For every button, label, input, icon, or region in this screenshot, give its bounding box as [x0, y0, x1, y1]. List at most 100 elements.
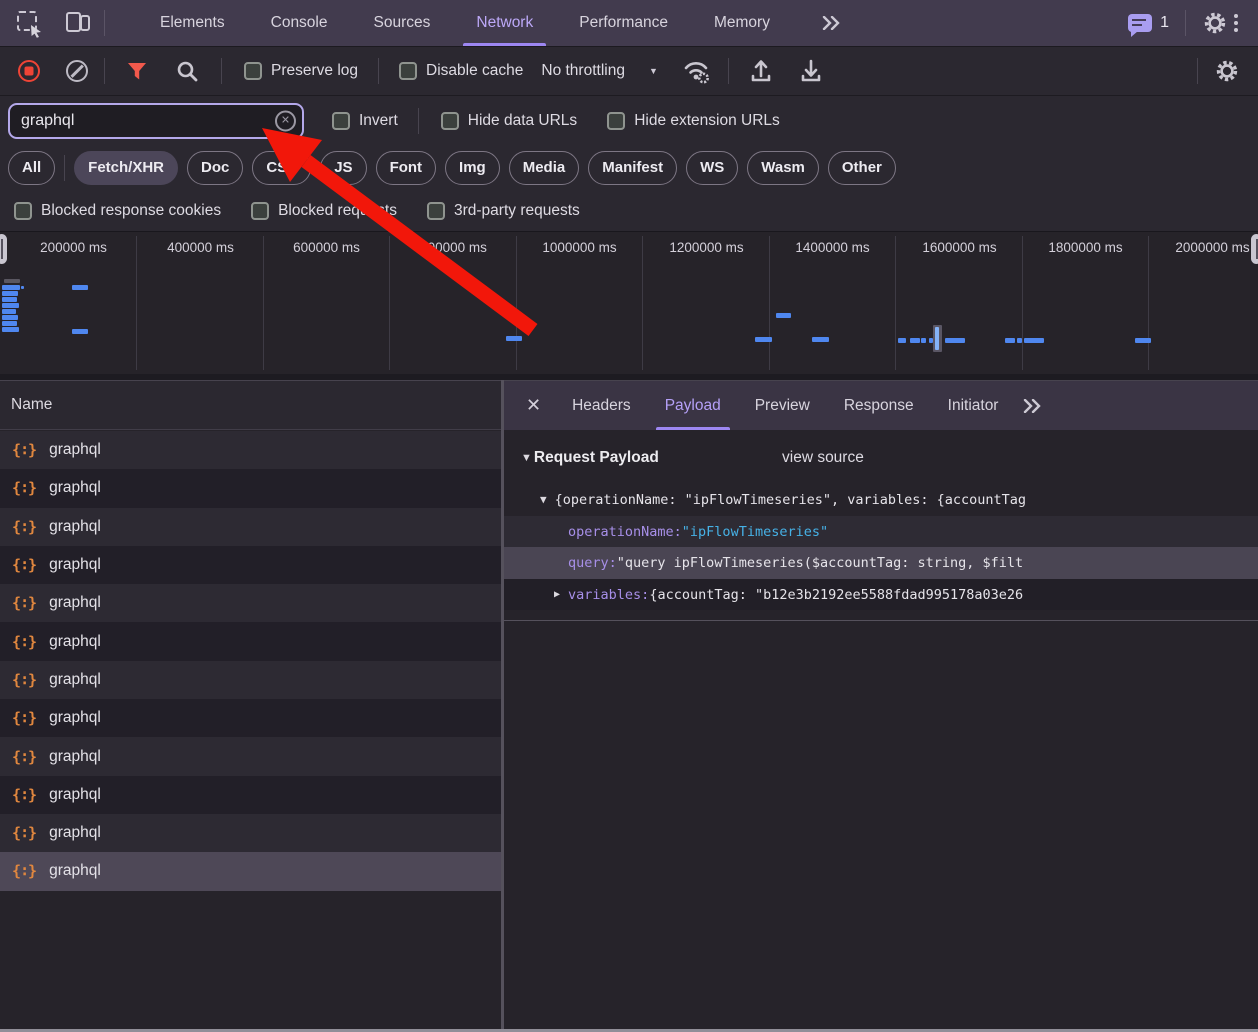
- issues-message-icon[interactable]: [1128, 14, 1152, 32]
- tab-preview[interactable]: Preview: [738, 381, 827, 430]
- clear-filter-icon[interactable]: ✕: [275, 110, 296, 131]
- blocked-response-cookies-checkbox[interactable]: Blocked response cookies: [14, 202, 221, 220]
- timeline-request-bar: [72, 285, 88, 290]
- blocked-requests-checkbox[interactable]: Blocked requests: [251, 202, 397, 220]
- expand-triangle-icon[interactable]: ▶: [554, 589, 560, 600]
- hide-extension-urls-checkbox[interactable]: Hide extension URLs: [607, 112, 780, 130]
- section-title: Request Payload: [534, 449, 659, 467]
- name-column-header[interactable]: Name: [0, 380, 501, 430]
- filter-text-input[interactable]: graphql ✕: [8, 103, 304, 139]
- third-party-requests-checkbox[interactable]: 3rd-party requests: [427, 202, 580, 220]
- issues-count: 1: [1160, 14, 1169, 32]
- timeline-request-bar: [2, 327, 19, 332]
- payload-root-line[interactable]: ▼ {operationName: "ipFlowTimeseries", va…: [504, 484, 1258, 515]
- timeline-request-bar: [755, 337, 772, 342]
- invert-checkbox[interactable]: Invert: [332, 112, 398, 130]
- divider: [221, 58, 222, 84]
- type-filter-manifest[interactable]: Manifest: [588, 151, 677, 185]
- request-row[interactable]: {∶}graphql: [0, 814, 501, 852]
- collapse-triangle-icon[interactable]: ▼: [521, 452, 532, 464]
- device-toolbar-icon[interactable]: [64, 10, 90, 36]
- request-row[interactable]: {∶}graphql: [0, 508, 501, 546]
- expand-triangle-icon[interactable]: ▼: [540, 493, 547, 506]
- request-row[interactable]: {∶}graphql: [0, 584, 501, 622]
- payload-operation-name-line[interactable]: operationName: "ipFlowTimeseries": [504, 516, 1258, 547]
- tab-network[interactable]: Network: [453, 0, 556, 46]
- tab-elements[interactable]: Elements: [137, 0, 248, 46]
- json-braces-icon: {∶}: [12, 748, 36, 766]
- payload-query-line-selected[interactable]: query: "query ipFlowTimeseries($accountT…: [504, 547, 1258, 579]
- inspect-element-icon[interactable]: [16, 10, 42, 36]
- request-row[interactable]: {∶}graphql: [0, 469, 501, 507]
- view-source-link[interactable]: view source: [782, 449, 864, 467]
- close-detail-icon[interactable]: ✕: [526, 395, 541, 416]
- json-braces-icon: {∶}: [12, 479, 36, 497]
- timeline-right-resize-handle[interactable]: [1251, 234, 1258, 264]
- type-filter-js[interactable]: JS: [320, 151, 366, 185]
- devtools-tab-bar: Elements Console Sources Network Perform…: [0, 0, 1258, 47]
- tab-performance[interactable]: Performance: [556, 0, 691, 46]
- tab-response[interactable]: Response: [827, 381, 931, 430]
- throttling-dropdown[interactable]: No throttling ▼: [541, 62, 658, 80]
- timeline-request-bar: [1024, 338, 1044, 343]
- type-filter-doc[interactable]: Doc: [187, 151, 243, 185]
- tab-headers[interactable]: Headers: [555, 381, 648, 430]
- tab-console[interactable]: Console: [248, 0, 351, 46]
- type-filter-fetch-xhr[interactable]: Fetch/XHR: [74, 151, 178, 185]
- divider: [1197, 58, 1198, 84]
- json-braces-icon: {∶}: [12, 671, 36, 689]
- network-settings-gear-icon[interactable]: [1214, 58, 1240, 84]
- tab-memory[interactable]: Memory: [691, 0, 793, 46]
- timeline-request-bar: [921, 338, 926, 343]
- network-conditions-icon[interactable]: [682, 58, 712, 84]
- type-filter-img[interactable]: Img: [445, 151, 500, 185]
- tab-payload[interactable]: Payload: [648, 381, 738, 430]
- tab-initiator[interactable]: Initiator: [931, 381, 1016, 430]
- request-row[interactable]: {∶}graphql: [0, 776, 501, 814]
- request-row[interactable]: {∶}graphql: [0, 737, 501, 775]
- request-row-selected[interactable]: {∶}graphql: [0, 852, 501, 890]
- more-tabs-icon[interactable]: [799, 0, 865, 46]
- divider: [64, 155, 65, 181]
- divider: [728, 58, 729, 84]
- tab-sources[interactable]: Sources: [351, 0, 454, 46]
- type-filter-wasm[interactable]: Wasm: [747, 151, 819, 185]
- divider: [1185, 10, 1186, 36]
- payload-variables-line[interactable]: ▶ variables: {accountTag: "b12e3b2192ee5…: [504, 579, 1258, 610]
- settings-gear-icon[interactable]: [1202, 10, 1228, 36]
- customize-menu-icon[interactable]: [1234, 14, 1238, 32]
- type-filter-ws[interactable]: WS: [686, 151, 738, 185]
- type-filter-css[interactable]: CSS: [252, 151, 311, 185]
- timeline-request-bar: [2, 309, 16, 314]
- more-detail-tabs-icon[interactable]: [1015, 381, 1051, 430]
- json-braces-icon: {∶}: [12, 633, 36, 651]
- timeline-request-bar: [2, 315, 18, 320]
- type-filter-all[interactable]: All: [8, 151, 55, 185]
- type-filter-media[interactable]: Media: [509, 151, 580, 185]
- divider: [378, 58, 379, 84]
- record-network-log-button[interactable]: [18, 60, 40, 82]
- export-har-icon[interactable]: [799, 58, 823, 84]
- json-braces-icon: {∶}: [12, 709, 36, 727]
- hide-data-urls-checkbox[interactable]: Hide data URLs: [441, 112, 577, 130]
- timeline-canvas: [0, 232, 1258, 380]
- timeline-request-bar: [776, 313, 791, 318]
- request-row[interactable]: {∶}graphql: [0, 699, 501, 737]
- type-filter-other[interactable]: Other: [828, 151, 896, 185]
- request-payload-section[interactable]: ▼ Request Payload view source: [504, 442, 1258, 474]
- request-row[interactable]: {∶}graphql: [0, 661, 501, 699]
- timeline-request-bar: [935, 327, 939, 350]
- search-icon[interactable]: [175, 59, 199, 83]
- preserve-log-checkbox[interactable]: Preserve log: [244, 62, 358, 80]
- timeline-left-resize-handle[interactable]: [0, 234, 7, 264]
- disable-cache-checkbox[interactable]: Disable cache: [399, 62, 523, 80]
- clear-network-log-button[interactable]: [66, 60, 88, 82]
- divider: [418, 108, 419, 134]
- request-row[interactable]: {∶}graphql: [0, 431, 501, 469]
- request-row[interactable]: {∶}graphql: [0, 622, 501, 660]
- request-row[interactable]: {∶}graphql: [0, 546, 501, 584]
- import-har-icon[interactable]: [749, 58, 773, 84]
- filter-funnel-icon[interactable]: [125, 59, 149, 83]
- network-overview-timeline[interactable]: 200000 ms 400000 ms 600000 ms 800000 ms …: [0, 232, 1258, 380]
- type-filter-font[interactable]: Font: [376, 151, 436, 185]
